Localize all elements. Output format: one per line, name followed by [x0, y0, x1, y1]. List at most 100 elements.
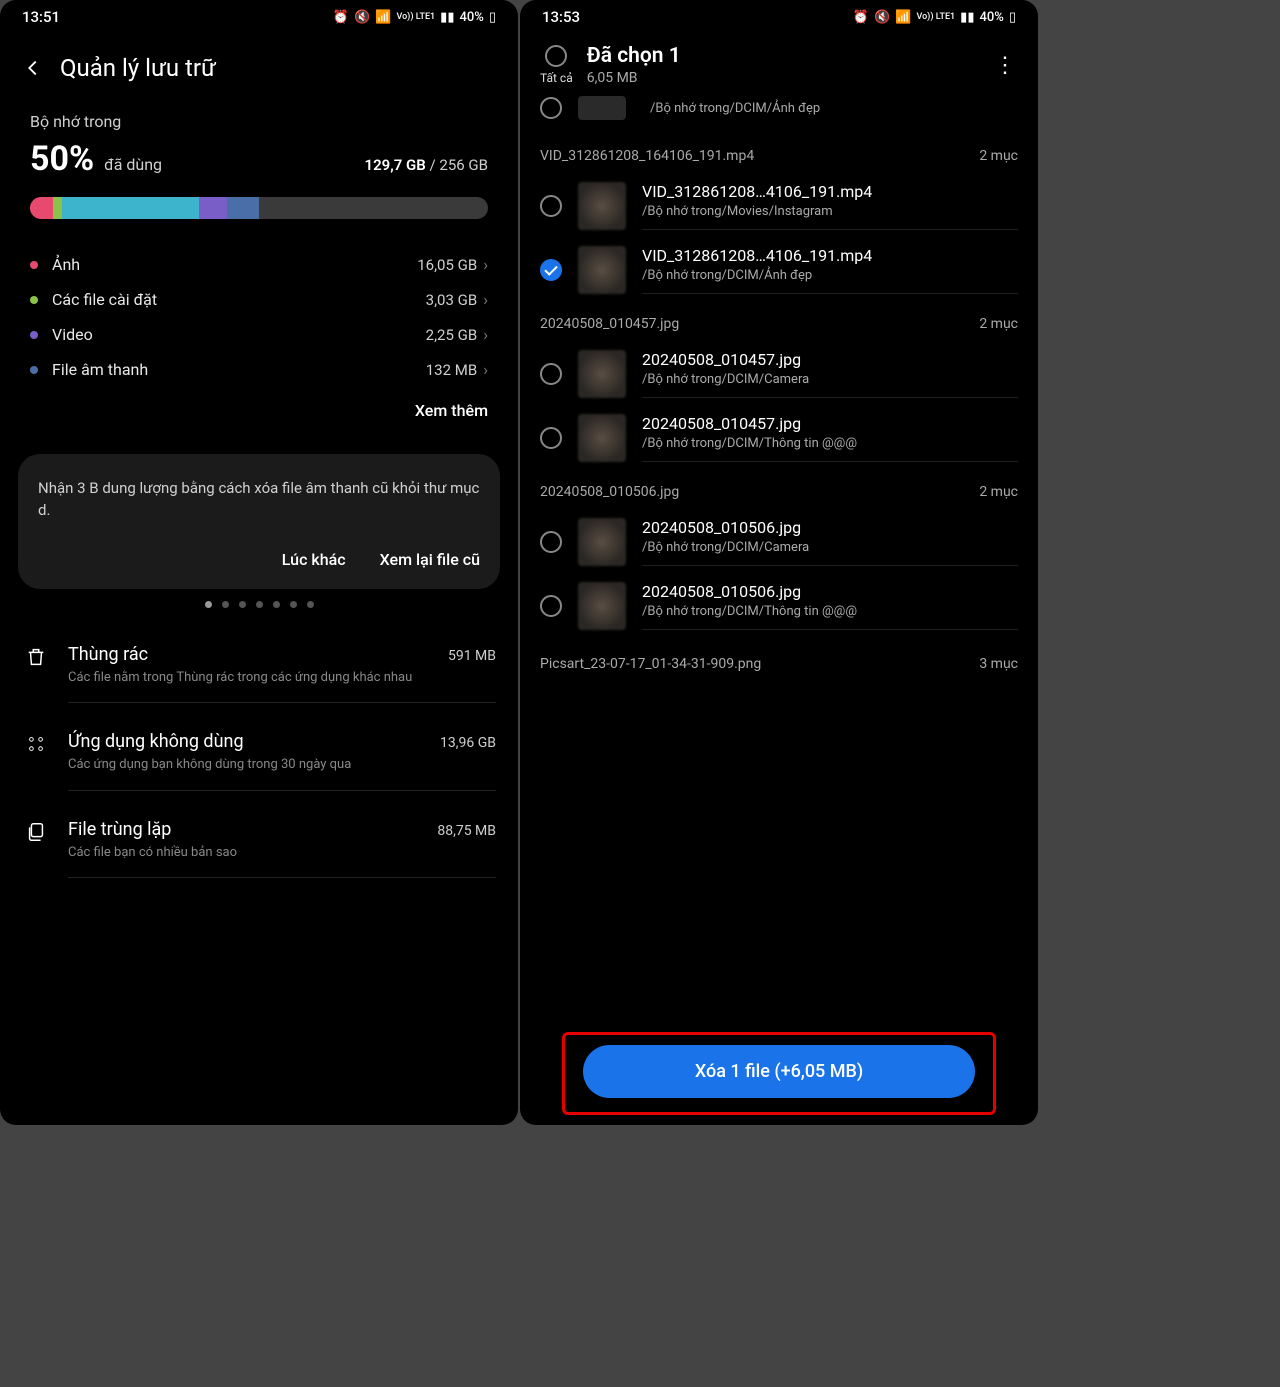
file-row[interactable]: VID_312861208…4106_191.mp4 /Bộ nhớ trong… [520, 174, 1038, 238]
category-name: Các file cài đặt [52, 290, 426, 309]
file-path: /Bộ nhớ trong/DCIM/Thông tin @@@ [642, 604, 1018, 619]
group-name: 20240508_010506.jpg [540, 484, 679, 500]
more-icon[interactable]: ⋮ [994, 53, 1018, 78]
group-name: Picsart_23-07-17_01-34-31-909.png [540, 656, 761, 672]
category-dot [30, 296, 38, 304]
file-checkbox[interactable] [540, 531, 562, 553]
file-checkbox[interactable] [540, 97, 562, 119]
file-thumbnail [578, 182, 626, 230]
usage-percent: 50% [30, 139, 94, 179]
signal-icon: ▮▮ [440, 10, 454, 25]
page-title: Quản lý lưu trữ [60, 54, 216, 82]
suggestion-text: Nhận 3 B dung lượng bằng cách xóa file â… [38, 478, 480, 522]
group-count: 2 mục [979, 316, 1018, 332]
file-group-header: 20240508_010506.jpg 2 mục [520, 470, 1038, 510]
chevron-right-icon: › [483, 325, 488, 344]
chevron-right-icon: › [483, 255, 488, 274]
total-gb: / 256 GB [430, 156, 488, 174]
alarm-icon: ⏰ [333, 10, 349, 25]
category-dot [30, 331, 38, 339]
file-name: 20240508_010457.jpg [642, 350, 1018, 369]
file-row[interactable]: 20240508_010506.jpg /Bộ nhớ trong/DCIM/T… [520, 574, 1038, 638]
file-checkbox[interactable] [540, 595, 562, 617]
file-name: 20240508_010457.jpg [642, 414, 1018, 433]
chevron-right-icon: › [483, 290, 488, 309]
see-more-button[interactable]: Xem thêm [0, 387, 518, 442]
status-bar: 13:53 ⏰ 🔇 📶 Vo)) LTE1 ▮▮ 40% ▯ [520, 0, 1038, 30]
file-row[interactable]: 20240508_010506.jpg /Bộ nhớ trong/DCIM/C… [520, 510, 1038, 574]
select-all-checkbox[interactable] [545, 45, 567, 67]
file-thumbnail [578, 518, 626, 566]
file-thumbnail [578, 96, 626, 120]
used-gb: 129,7 GB [365, 156, 426, 174]
pager-dot[interactable] [273, 601, 280, 608]
file-row[interactable]: VID_312861208…4106_191.mp4 /Bộ nhớ trong… [520, 238, 1038, 302]
category-size: 3,03 GB [426, 291, 478, 309]
trash-icon [22, 646, 50, 668]
pager-dot[interactable] [256, 601, 263, 608]
file-checkbox[interactable] [540, 427, 562, 449]
file-row[interactable]: 20240508_010457.jpg /Bộ nhớ trong/DCIM/C… [520, 342, 1038, 406]
pager-dot[interactable] [290, 601, 297, 608]
tool-title: Ứng dụng không dùng [68, 731, 244, 752]
usage-numbers: 129,7 GB / 256 GB [365, 156, 489, 174]
delete-button[interactable]: Xóa 1 file (+6,05 MB) [583, 1045, 975, 1098]
wifi-icon: 📶 [375, 10, 391, 25]
pager-dot[interactable] [239, 601, 246, 608]
selection-size: 6,05 MB [587, 70, 980, 86]
select-all-label: Tất cả [540, 71, 573, 85]
file-thumbnail [578, 246, 626, 294]
category-row[interactable]: File âm thanh 132 MB › [0, 352, 518, 387]
usage-summary: 50% đã dùng 129,7 GB / 256 GB [0, 139, 518, 179]
category-row[interactable]: Video 2,25 GB › [0, 317, 518, 352]
mute-icon: 🔇 [874, 10, 890, 25]
battery-icon: ▯ [1009, 10, 1016, 25]
back-icon[interactable] [22, 57, 44, 79]
status-time: 13:53 [542, 8, 580, 26]
status-right: ⏰ 🔇 📶 Vo)) LTE1 ▮▮ 40% ▯ [853, 10, 1016, 25]
category-row[interactable]: Ảnh 16,05 GB › [0, 247, 518, 282]
file-group-header: Picsart_23-07-17_01-34-31-909.png 3 mục [520, 638, 1038, 672]
selection-title: Đã chọn 1 [587, 44, 980, 68]
file-name: 20240508_010506.jpg [642, 518, 1018, 537]
wifi-icon: 📶 [895, 10, 911, 25]
file-checkbox[interactable] [540, 363, 562, 385]
storage-bar [30, 197, 488, 219]
duplicate-files-screen: 13:53 ⏰ 🔇 📶 Vo)) LTE1 ▮▮ 40% ▯ Tất cả Đã… [520, 0, 1038, 1125]
lte-label: Vo)) LTE1 [396, 12, 435, 22]
suggestion-later-button[interactable]: Lúc khác [282, 550, 346, 569]
file-path: /Bộ nhớ trong/DCIM/Camera [642, 372, 1018, 387]
file-row[interactable]: 20240508_010457.jpg /Bộ nhớ trong/DCIM/T… [520, 406, 1038, 470]
alarm-icon: ⏰ [853, 10, 869, 25]
select-all-button[interactable]: Tất cả [540, 45, 573, 85]
group-name: 20240508_010457.jpg [540, 316, 679, 332]
header: Quản lý lưu trữ [0, 30, 518, 112]
file-path: /Bộ nhớ trong/DCIM/Thông tin @@@ [642, 436, 1018, 451]
category-size: 16,05 GB [417, 256, 477, 274]
suggestion-card: Nhận 3 B dung lượng bằng cách xóa file â… [18, 454, 500, 589]
category-name: File âm thanh [52, 360, 426, 379]
pager-dot[interactable] [222, 601, 229, 608]
file-row-partial[interactable]: /Bộ nhớ trong/DCIM/Ảnh đẹp [520, 96, 1038, 134]
group-count: 2 mục [979, 148, 1018, 164]
file-checkbox[interactable] [540, 195, 562, 217]
category-row[interactable]: Các file cài đặt 3,03 GB › [0, 282, 518, 317]
pager-dot[interactable] [205, 601, 212, 608]
tool-row[interactable]: File trùng lặp 88,75 MB Các file bạn có … [0, 805, 518, 893]
file-checkbox[interactable] [540, 259, 562, 281]
tool-row[interactable]: Ứng dụng không dùng 13,96 GB Các ứng dụn… [0, 717, 518, 805]
tool-title: Thùng rác [68, 644, 148, 665]
chevron-right-icon: › [483, 360, 488, 379]
tool-row[interactable]: Thùng rác 591 MB Các file nằm trong Thùn… [0, 630, 518, 718]
battery-icon: ▯ [489, 10, 496, 25]
suggestion-review-button[interactable]: Xem lại file cũ [380, 550, 480, 569]
tool-size: 88,75 MB [437, 823, 496, 839]
file-group-header: VID_312861208_164106_191.mp42 mục [520, 134, 1038, 174]
file-thumbnail [578, 414, 626, 462]
group-count: 2 mục [979, 484, 1018, 500]
storage-manager-screen: 13:51 ⏰ 🔇 📶 Vo)) LTE1 ▮▮ 40% ▯ Quản lý l… [0, 0, 518, 1125]
battery-percent: 40% [979, 10, 1003, 25]
file-path: /Bộ nhớ trong/DCIM/Ảnh đẹp [650, 101, 820, 116]
tool-size: 13,96 GB [440, 735, 496, 751]
pager-dot[interactable] [307, 601, 314, 608]
